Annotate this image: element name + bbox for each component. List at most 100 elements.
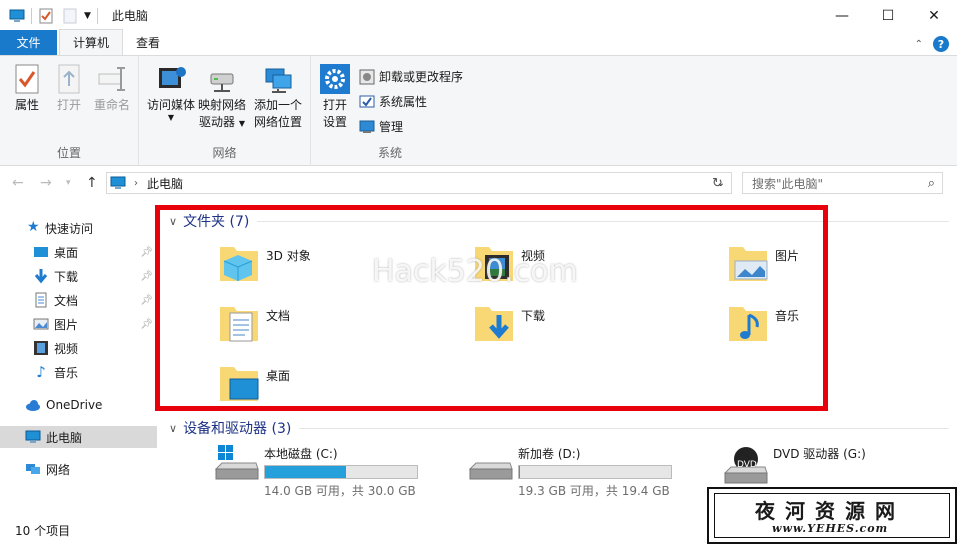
item-count: 10 个项目 (15, 524, 71, 538)
breadcrumb-separator-icon[interactable]: › (134, 178, 138, 189)
download-arrow-icon (34, 269, 48, 284)
quick-access-dropdown-icon[interactable]: ▼ (84, 11, 91, 21)
chevron-down-icon[interactable]: ∨ (169, 215, 177, 228)
desktop-folder-icon (220, 367, 259, 401)
properties-icon[interactable] (38, 8, 54, 24)
maximize-button[interactable]: ☐ (865, 0, 911, 31)
sidebar-item-downloads[interactable]: 下载 📌︎ (0, 265, 157, 287)
pin-icon[interactable]: 📌︎ (140, 295, 153, 306)
this-pc-icon (9, 9, 25, 22)
open-settings-button[interactable]: 打开 设置 (317, 64, 353, 131)
folder-documents[interactable]: 文档 (218, 301, 290, 343)
new-folder-icon[interactable] (62, 8, 78, 24)
dvd-icon-label: DVD (737, 460, 757, 470)
sidebar-item-desktop[interactable]: 桌面 📌︎ (0, 241, 157, 263)
properties-button[interactable]: 属性 (10, 64, 44, 114)
forward-arrow-icon[interactable]: → (40, 175, 52, 191)
sidebar-item-label: 图片 (54, 317, 79, 332)
sidebar-item-onedrive[interactable]: OneDrive (0, 394, 157, 416)
search-input[interactable]: 搜索"此电脑" ⌕ (742, 172, 943, 194)
folder-pictures[interactable]: 图片 (727, 241, 799, 283)
folder-music[interactable]: 音乐 (727, 301, 799, 343)
drive-free-space: 19.3 GB 可用，共 19.4 GB (518, 484, 670, 498)
pin-icon[interactable]: 📌︎ (140, 247, 153, 258)
pin-icon[interactable]: 📌︎ (140, 271, 153, 282)
tab-view[interactable]: 查看 (123, 30, 173, 55)
sidebar-item-documents[interactable]: 文档 📌︎ (0, 289, 157, 311)
window-title: 此电脑 (111, 9, 148, 23)
picture-icon (33, 318, 49, 330)
documents-folder-icon (220, 307, 258, 342)
sidebar-item-videos[interactable]: 视频 (0, 337, 157, 359)
sidebar-item-label: 网络 (46, 462, 71, 477)
section-divider (257, 220, 949, 222)
address-input[interactable]: › 此电脑 ⌄ (106, 172, 732, 194)
folder-3d-objects[interactable]: 3D 对象 (218, 241, 311, 283)
open-label: 打开 (56, 98, 81, 112)
uninstall-program-button[interactable]: 卸载或更改程序 (359, 68, 463, 85)
desktop-icon (34, 247, 48, 257)
downloads-folder-icon (475, 307, 513, 341)
recent-locations-icon[interactable]: ▾ (66, 178, 71, 188)
help-icon[interactable]: ? (933, 36, 949, 52)
sidebar-item-label: 文档 (54, 293, 79, 308)
sidebar-item-this-pc[interactable]: 此电脑 (0, 426, 157, 448)
media-icon (159, 67, 186, 88)
sidebar-item-network[interactable]: 网络 (0, 458, 157, 480)
breadcrumb[interactable]: 此电脑 (147, 175, 183, 192)
drives-section-header[interactable]: ∨ 设备和驱动器 (3) (169, 418, 949, 438)
tab-file[interactable]: 文件 (0, 30, 57, 55)
drive-label: 新加卷 (D:) (518, 447, 581, 461)
sidebar-item-music[interactable]: ♪ 音乐 (0, 361, 157, 383)
up-arrow-icon[interactable]: ↑ (86, 175, 98, 191)
sidebar-item-quick-access[interactable]: ★ 快速访问 (0, 217, 157, 239)
manage-button[interactable]: 管理 (359, 118, 403, 135)
system-properties-button[interactable]: 系统属性 (359, 93, 427, 110)
folder-label: 音乐 (775, 309, 800, 323)
ribbon-group-label: 系统 (377, 146, 402, 160)
tab-computer[interactable]: 计算机 (59, 29, 124, 55)
this-pc-icon (110, 176, 126, 189)
add-location-label-2: 网络位置 (253, 115, 302, 129)
sidebar-item-label: 音乐 (54, 365, 79, 380)
refresh-icon[interactable]: ↻ (712, 176, 723, 191)
ribbon-group-network: 访问媒体 ▼ 映射网络 驱动器 ▼ 添加一个 网络位置 网络 (139, 56, 311, 166)
chevron-down-icon[interactable]: ∨ (169, 422, 177, 435)
hard-drive-icon (468, 462, 513, 480)
drive-d[interactable]: 新加卷 (D:) 19.3 GB 可用，共 19.4 GB (468, 445, 672, 499)
collapse-ribbon-icon[interactable]: ⌃ (915, 39, 923, 50)
stamp-url: www.YEHES.com (772, 522, 889, 535)
site-stamp: 夜河资源网 www.YEHES.com (707, 487, 957, 544)
network-drive-icon (210, 73, 234, 92)
access-media-button[interactable]: 访问媒体 ▼ (145, 64, 197, 122)
toolbar-separator (31, 7, 32, 24)
rename-button[interactable]: 重命名 (92, 64, 132, 114)
drive-c[interactable]: 本地磁盘 (C:) 14.0 GB 可用，共 30.0 GB (214, 445, 418, 499)
minimize-button[interactable]: — (819, 0, 865, 31)
search-icon[interactable]: ⌕ (928, 176, 935, 191)
folder-label: 文档 (266, 309, 291, 323)
manage-label: 管理 (379, 120, 404, 134)
open-button[interactable]: 打开 (53, 64, 85, 114)
folder-desktop[interactable]: 桌面 (218, 361, 290, 403)
close-button[interactable]: ✕ (911, 0, 957, 31)
folders-section-header[interactable]: ∨ 文件夹 (7) (169, 211, 949, 231)
map-network-drive-button[interactable]: 映射网络 驱动器 ▼ (195, 64, 249, 132)
system-properties-icon (359, 95, 375, 107)
sidebar-item-pictures[interactable]: 图片 📌︎ (0, 313, 157, 335)
sidebar-item-label: 此电脑 (46, 430, 83, 445)
add-location-label-1: 添加一个 (253, 98, 302, 112)
folder-downloads[interactable]: 下载 (473, 301, 545, 343)
folder-label: 下载 (521, 309, 546, 323)
content-pane: ∨ 文件夹 (7) 3D 对象 视频 图片 文档 下载 音乐 桌面 ∨ 设备和驱… (161, 199, 957, 517)
properties-icon (15, 64, 39, 94)
search-placeholder: 搜索"此电脑" (752, 176, 824, 191)
watermark: Hack520.com (372, 254, 578, 289)
pin-icon[interactable]: 📌︎ (140, 319, 153, 330)
drive-g[interactable]: DVD DVD 驱动器 (G:) (723, 445, 866, 491)
back-arrow-icon[interactable]: ← (12, 175, 24, 191)
navigation-pane: ★ 快速访问 桌面 📌︎ 下载 📌︎ 文档 📌︎ 图片 📌︎ 视频 ♪ 音乐 O… (0, 199, 157, 517)
add-network-location-button[interactable]: 添加一个 网络位置 (251, 64, 305, 131)
system-properties-label: 系统属性 (379, 95, 428, 109)
sidebar-item-label: OneDrive (46, 398, 103, 412)
